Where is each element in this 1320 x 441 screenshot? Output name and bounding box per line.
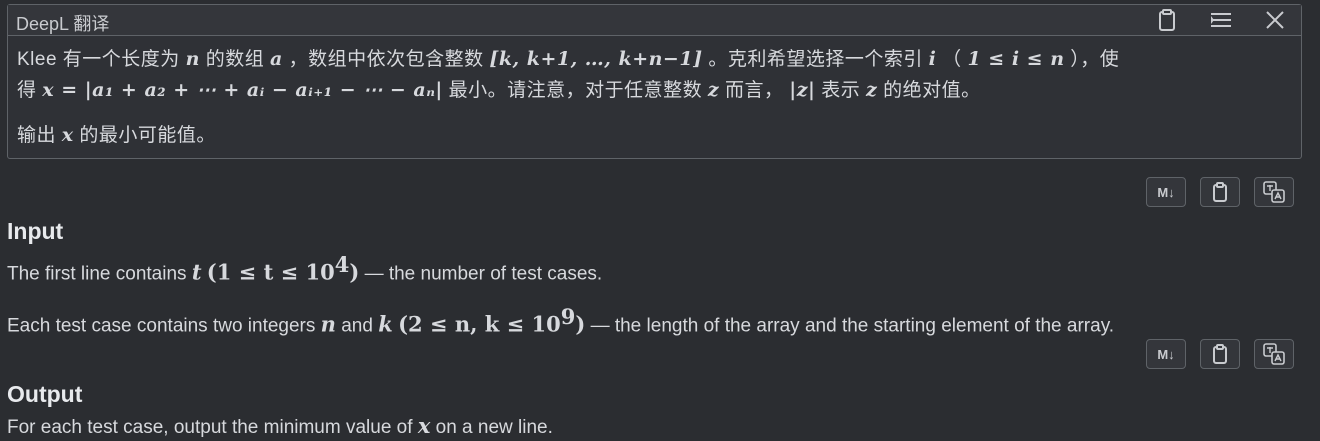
translation-paragraph-1: Klee 有一个长度为 n 的数组 a ，数组中依次包含整数 [k, k+1, … xyxy=(17,48,1120,101)
copy-button[interactable] xyxy=(1200,339,1240,369)
translate-icon xyxy=(1263,343,1285,365)
input-line-2: Each test case contains two integers n a… xyxy=(7,304,1115,337)
translation-header: DeepL 翻译 xyxy=(8,5,1301,36)
menu-lines-icon[interactable] xyxy=(1209,8,1233,32)
input-action-bar: M↓ xyxy=(1146,177,1294,207)
copy-button[interactable] xyxy=(1200,177,1240,207)
translation-title: DeepL 翻译 xyxy=(16,14,110,34)
translation-paragraph-2: 输出 x 的最小可能值。 xyxy=(17,124,216,146)
close-icon[interactable] xyxy=(1263,8,1287,32)
translate-icon xyxy=(1263,181,1285,203)
markdown-button[interactable]: M↓ xyxy=(1146,339,1186,369)
translation-toolbar xyxy=(1155,8,1287,32)
deepl-translation-panel: DeepL 翻译 Klee 有一个长度为 n 的数组 a ，数组中依次包含整数 … xyxy=(7,4,1302,159)
output-action-bar: M↓ xyxy=(1146,339,1294,369)
input-line-1: The first line contains t (1 ≤ t ≤ 104) … xyxy=(7,252,603,285)
input-title: Input xyxy=(7,218,64,244)
output-line-1: For each test case, output the minimum v… xyxy=(7,413,553,438)
markdown-button[interactable]: M↓ xyxy=(1146,177,1186,207)
translation-text: Klee 有一个长度为 n 的数组 a ，数组中依次包含整数 [k, k+1, … xyxy=(8,36,1301,151)
clipboard-icon[interactable] xyxy=(1155,8,1179,32)
translate-button[interactable] xyxy=(1254,177,1294,207)
translate-button[interactable] xyxy=(1254,339,1294,369)
clipboard-icon xyxy=(1213,182,1227,202)
clipboard-icon xyxy=(1213,344,1227,364)
output-title: Output xyxy=(7,381,83,407)
